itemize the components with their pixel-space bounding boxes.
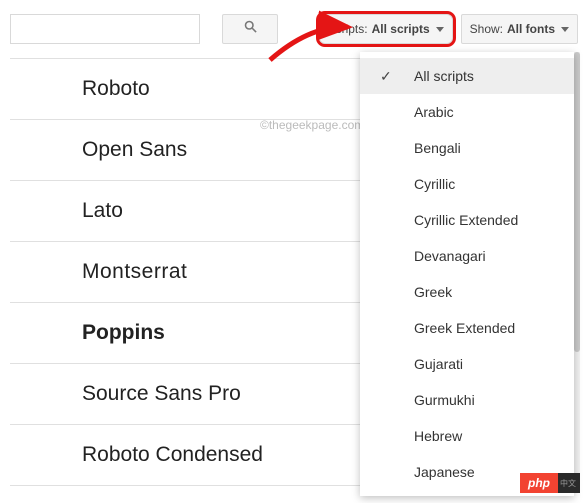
show-dropdown-button[interactable]: Show: All fonts bbox=[461, 14, 578, 44]
scripts-option-label: Gujarati bbox=[414, 356, 463, 372]
scripts-option[interactable]: Bengali bbox=[360, 130, 574, 166]
scripts-option[interactable]: Gujarati bbox=[360, 346, 574, 382]
show-label-value: All fonts bbox=[507, 22, 555, 36]
scripts-option-label: Gurmukhi bbox=[414, 392, 475, 408]
search-button[interactable] bbox=[222, 14, 278, 44]
scripts-option[interactable]: ✓ All scripts bbox=[360, 58, 574, 94]
scripts-label-value: All scripts bbox=[372, 22, 430, 36]
scripts-option-label: Devanagari bbox=[414, 248, 486, 264]
scripts-option[interactable]: Cyrillic Extended bbox=[360, 202, 574, 238]
scripts-option[interactable]: Greek Extended bbox=[360, 310, 574, 346]
scripts-option-label: Greek bbox=[414, 284, 452, 300]
scripts-option[interactable]: Gurmukhi bbox=[360, 382, 574, 418]
search-icon bbox=[243, 19, 258, 39]
scripts-option-label: Greek Extended bbox=[414, 320, 515, 336]
source-badge-dark: 中文 bbox=[556, 473, 580, 493]
scripts-option[interactable]: Cyrillic bbox=[360, 166, 574, 202]
scripts-option-label: Arabic bbox=[414, 104, 454, 120]
scripts-option-label: Bengali bbox=[414, 140, 461, 156]
check-icon: ✓ bbox=[380, 68, 392, 85]
chevron-down-icon bbox=[436, 27, 444, 32]
scripts-option-label: Cyrillic Extended bbox=[414, 212, 518, 228]
scrollbar-thumb[interactable] bbox=[574, 52, 580, 352]
scripts-option-label: Japanese bbox=[414, 464, 475, 480]
scripts-dropdown-panel: ✓ All scripts Arabic Bengali Cyrillic Cyrilli… bbox=[360, 52, 574, 496]
dropdown-scrollbar[interactable] bbox=[574, 52, 580, 492]
show-label-prefix: Show: bbox=[470, 22, 503, 36]
source-badge-php: php bbox=[520, 473, 558, 493]
scripts-option[interactable]: Hebrew bbox=[360, 418, 574, 454]
scripts-option-label: Hebrew bbox=[414, 428, 462, 444]
scripts-option[interactable]: Arabic bbox=[360, 94, 574, 130]
scripts-option[interactable]: Devanagari bbox=[360, 238, 574, 274]
chevron-down-icon bbox=[561, 27, 569, 32]
search-input[interactable] bbox=[10, 14, 200, 44]
scripts-dropdown-button[interactable]: Scripts: All scripts bbox=[319, 14, 453, 44]
scripts-option[interactable]: Greek bbox=[360, 274, 574, 310]
toolbar: Scripts: All scripts Show: All fonts bbox=[0, 0, 584, 58]
scripts-option-label: Cyrillic bbox=[414, 176, 455, 192]
scripts-option-label: All scripts bbox=[414, 68, 474, 84]
scripts-label-prefix: Scripts: bbox=[328, 22, 368, 36]
